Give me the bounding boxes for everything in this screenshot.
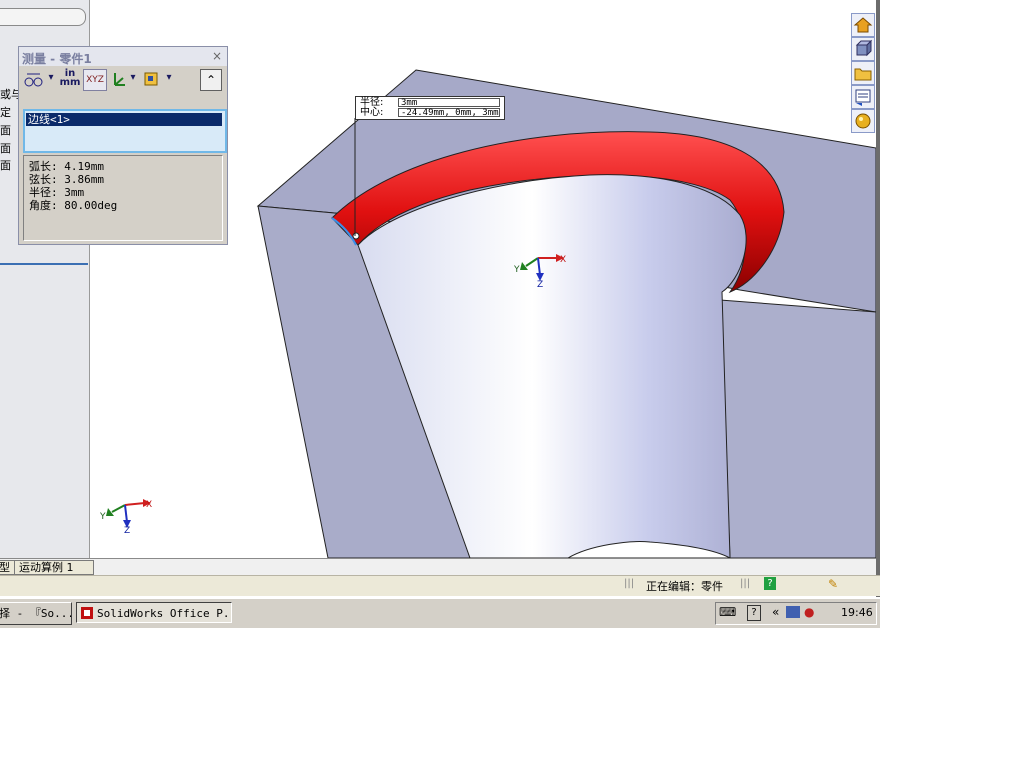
open-folder-icon[interactable] (851, 61, 875, 85)
measure-callout: 半径: 3mm 中心: -24.49mm, 0mm, 3mm (355, 96, 505, 120)
chevron-down-icon[interactable]: ▾ (47, 72, 55, 92)
help-tray-icon[interactable]: ? (747, 605, 761, 621)
windows-taskbar: 择 - 『So... SolidWorks Office P... ⌨ ? « … (0, 598, 880, 628)
callout-center-label: 中心: (360, 107, 384, 118)
bottom-tab-bar: 型 运动算例 1 (0, 558, 876, 575)
network-icon[interactable] (786, 606, 800, 618)
view-orientation-icon[interactable] (851, 37, 875, 61)
triad-y-label: Y (514, 265, 520, 275)
view-triad-x-label: X (146, 500, 153, 510)
triad-x-label: X (560, 255, 567, 265)
measure-dialog: 测量 - 零件1 × ▾ in mm XYZ ▾ ▾ ⌃ 边线<1> 弧长: 4… (18, 46, 228, 245)
taskbar-item-label: SolidWorks Office P... (97, 607, 232, 620)
selection-item[interactable]: 边线<1> (26, 113, 222, 126)
status-grip: ||| (624, 578, 635, 589)
result-angle: 角度: 80.00deg (29, 199, 118, 212)
status-bar: ||| 正在编辑：零件 ||| ? ✎ (0, 575, 880, 596)
arc-center-icon[interactable] (23, 69, 45, 89)
tree-text-fragment: 面 (0, 159, 11, 172)
chevron-left-icon[interactable]: « (772, 605, 779, 619)
tree-text-fragment: 定 (0, 106, 11, 119)
units-button[interactable]: in mm (59, 69, 81, 89)
callout-center-value: -24.49mm, 0mm, 3mm (398, 108, 500, 118)
chevron-down-icon[interactable]: ▾ (165, 72, 173, 92)
close-icon[interactable]: × (212, 49, 222, 63)
projection-icon[interactable] (141, 69, 161, 89)
view-triad (106, 499, 151, 528)
help-icon[interactable]: ? (764, 577, 776, 590)
status-editing: 正在编辑：零件 (646, 580, 723, 593)
edge-endpoint-marker (352, 232, 360, 240)
view-triad-y-label: Y (100, 512, 106, 522)
taskbar-item-explorer[interactable]: 择 - 『So... (0, 602, 72, 625)
callout-radius-value: 3mm (398, 98, 500, 108)
feature-filter-input[interactable] (0, 8, 86, 26)
measure-toolbar: ▾ in mm XYZ ▾ ▾ ⌃ (19, 67, 227, 93)
tree-text-fragment: 面 (0, 142, 11, 155)
selection-list[interactable]: 边线<1> (23, 109, 227, 153)
collapse-icon[interactable]: ⌃ (200, 69, 222, 91)
status-grip: ||| (740, 578, 751, 589)
keyboard-icon[interactable]: ⌨ (719, 605, 736, 619)
tree-text-fragment: 面 (0, 124, 11, 137)
clock: 19:46 (841, 606, 873, 619)
properties-icon[interactable] (851, 85, 875, 109)
task-pane-tabs (851, 13, 875, 133)
rebuild-icon[interactable]: ✎ (828, 577, 838, 591)
chevron-down-icon[interactable]: ▾ (129, 72, 137, 92)
units-mm-label: mm (59, 77, 81, 88)
block-right-face (719, 299, 876, 558)
xyz-icon[interactable]: XYZ (83, 69, 107, 91)
measure-title: 测量 - 零件1 (22, 52, 92, 66)
taskbar-item-solidworks[interactable]: SolidWorks Office P... (76, 602, 232, 623)
view-triad-z-label: Z (124, 526, 131, 536)
triad-z-label: Z (537, 280, 544, 290)
appearance-icon[interactable] (851, 109, 875, 133)
tab-model[interactable]: 型 (0, 560, 15, 575)
tab-motion-study[interactable]: 运动算例 1 (14, 560, 94, 575)
window-right-border (876, 0, 880, 597)
penguin-icon[interactable]: ● (804, 605, 814, 619)
panel-divider (0, 263, 88, 265)
system-tray: ⌨ ? « ● 19:46 (715, 602, 877, 625)
solidworks-icon (81, 607, 93, 619)
home-icon[interactable] (851, 13, 875, 37)
measure-title-bar[interactable]: 测量 - 零件1 × (19, 47, 227, 66)
measure-results: 弧长: 4.19mm 弦长: 3.86mm 半径: 3mm 角度: 80.00d… (23, 155, 223, 241)
coordinate-system-icon[interactable] (109, 69, 129, 89)
